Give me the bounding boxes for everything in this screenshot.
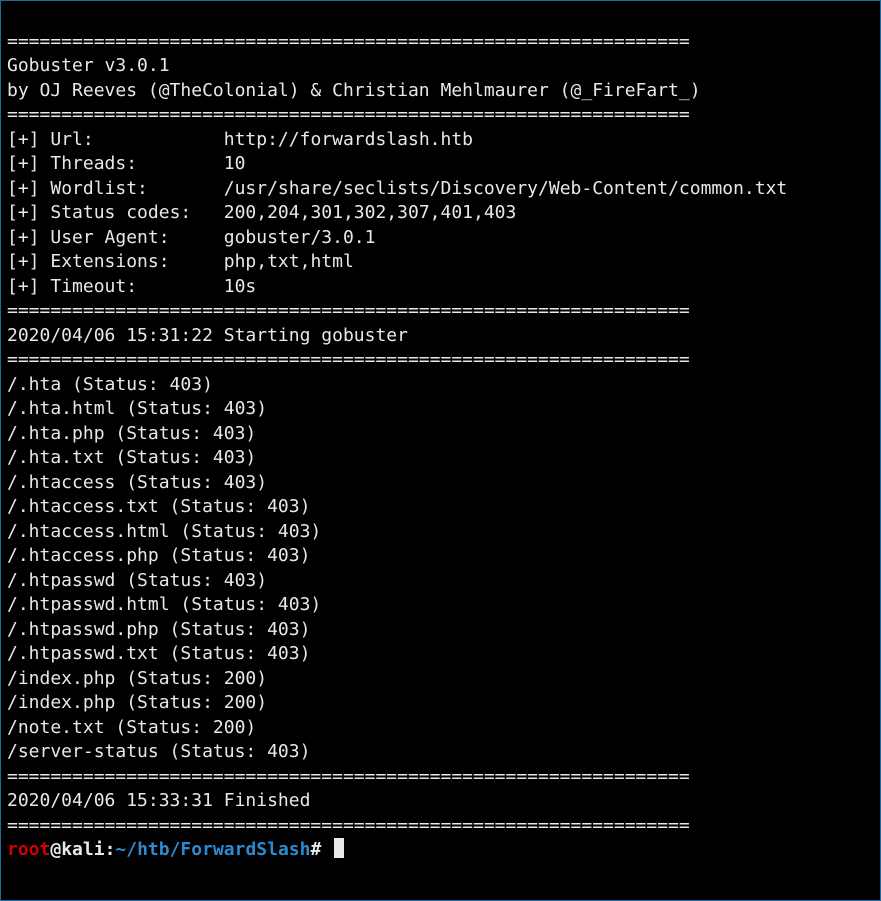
cursor-icon: [334, 838, 344, 858]
terminal-window[interactable]: ========================================…: [0, 0, 881, 901]
banner-line-1: Gobuster v3.0.1: [7, 55, 170, 76]
config-row-timeout: [+] Timeout: 10s: [7, 276, 256, 297]
config-row-user-agent: [+] User Agent: gobuster/3.0.1: [7, 227, 375, 248]
prompt-user: root: [7, 839, 50, 860]
config-label: User Agent:: [50, 226, 202, 251]
config-label: Threads:: [50, 152, 202, 177]
result-line: /.htaccess.html (Status: 403): [7, 521, 321, 542]
config-row-threads: [+] Threads: 10: [7, 153, 245, 174]
result-line: /index.php (Status: 200): [7, 692, 267, 713]
config-value: php,txt,html: [224, 251, 354, 272]
prompt-colon: :: [105, 839, 116, 860]
result-line: /.htpasswd.html (Status: 403): [7, 594, 321, 615]
result-line: /.htaccess.php (Status: 403): [7, 545, 310, 566]
config-value: 10: [224, 153, 246, 174]
result-line: /.hta.php (Status: 403): [7, 423, 256, 444]
config-row-url: [+] Url: http://forwardslash.htb: [7, 129, 473, 150]
divider: ========================================…: [7, 104, 690, 125]
result-line: /server-status (Status: 403): [7, 741, 310, 762]
prompt-path: ~/htb/ForwardSlash: [115, 839, 310, 860]
banner-line-2: by OJ Reeves (@TheColonial) & Christian …: [7, 80, 701, 101]
divider: ========================================…: [7, 300, 690, 321]
divider: ========================================…: [7, 349, 690, 370]
result-line: /note.txt (Status: 200): [7, 717, 256, 738]
result-line: /.htaccess (Status: 403): [7, 472, 267, 493]
config-row-status-codes: [+] Status codes: 200,204,301,302,307,40…: [7, 202, 516, 223]
config-row-extensions: [+] Extensions: php,txt,html: [7, 251, 354, 272]
shell-prompt[interactable]: root@kali:~/htb/ForwardSlash#: [7, 839, 344, 860]
prompt-at: @: [50, 839, 61, 860]
config-label: Extensions:: [50, 250, 202, 275]
config-value: 10s: [224, 276, 257, 297]
result-line: /.hta (Status: 403): [7, 374, 213, 395]
result-line: /.htpasswd (Status: 403): [7, 570, 267, 591]
config-label: Wordlist:: [50, 177, 202, 202]
result-line: /.hta.html (Status: 403): [7, 398, 267, 419]
result-line: /.htpasswd.php (Status: 403): [7, 619, 310, 640]
start-line: 2020/04/06 15:31:22 Starting gobuster: [7, 325, 408, 346]
result-line: /index.php (Status: 200): [7, 668, 267, 689]
config-row-wordlist: [+] Wordlist: /usr/share/seclists/Discov…: [7, 178, 787, 199]
config-value: /usr/share/seclists/Discovery/Web-Conten…: [224, 178, 788, 199]
prompt-hash: #: [310, 839, 321, 860]
config-value: http://forwardslash.htb: [224, 129, 473, 150]
config-label: Timeout:: [50, 275, 202, 300]
divider: ========================================…: [7, 766, 690, 787]
result-line: /.htpasswd.txt (Status: 403): [7, 643, 310, 664]
config-label: Url:: [50, 128, 202, 153]
config-value: 200,204,301,302,307,401,403: [224, 202, 517, 223]
divider: ========================================…: [7, 815, 690, 836]
prompt-host: kali: [61, 839, 104, 860]
config-label: Status codes:: [50, 201, 202, 226]
config-value: gobuster/3.0.1: [224, 227, 376, 248]
result-line: /.htaccess.txt (Status: 403): [7, 496, 310, 517]
result-line: /.hta.txt (Status: 403): [7, 447, 256, 468]
end-line: 2020/04/06 15:33:31 Finished: [7, 790, 310, 811]
divider: ========================================…: [7, 31, 690, 52]
